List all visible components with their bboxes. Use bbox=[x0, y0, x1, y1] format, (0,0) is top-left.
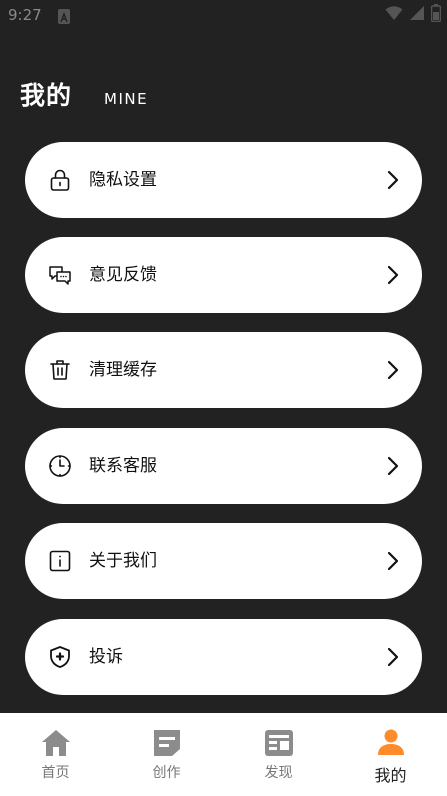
nav-tab-label: 首页 bbox=[41, 765, 70, 781]
nav-tab-create[interactable]: 创作 bbox=[111, 713, 222, 796]
menu-item-about-us[interactable]: 关于我们 bbox=[25, 523, 422, 599]
shield-plus-icon bbox=[48, 645, 72, 669]
nav-tab-label: 创作 bbox=[152, 765, 181, 781]
menu-item-feedback[interactable]: 意见反馈 bbox=[25, 237, 422, 313]
nav-tab-discover[interactable]: 发现 bbox=[223, 713, 334, 796]
chevron-right-icon bbox=[386, 550, 400, 572]
menu-item-label: 意见反馈 bbox=[89, 265, 157, 285]
chevron-right-icon bbox=[386, 646, 400, 668]
battery-icon bbox=[430, 4, 442, 26]
chevron-right-icon bbox=[386, 264, 400, 286]
menu-item-label: 投诉 bbox=[89, 647, 123, 667]
menu-item-label: 清理缓存 bbox=[89, 360, 157, 380]
lock-icon bbox=[48, 168, 72, 192]
chevron-right-icon bbox=[386, 359, 400, 381]
status-bar: 9:27 bbox=[0, 0, 447, 30]
chevron-right-icon bbox=[386, 169, 400, 191]
home-icon bbox=[40, 727, 72, 759]
trash-icon bbox=[48, 358, 72, 382]
notification-a-icon bbox=[58, 9, 70, 24]
menu-item-privacy-settings[interactable]: 隐私设置 bbox=[25, 142, 422, 218]
person-icon bbox=[375, 727, 407, 759]
profile-screen: 9:27 我的 MINE 隐私设置 意见反馈 清理缓存 联系客服 关于我们 投诉… bbox=[0, 0, 447, 796]
info-icon bbox=[48, 549, 72, 573]
status-icons bbox=[385, 4, 442, 26]
nav-tab-home[interactable]: 首页 bbox=[0, 713, 111, 796]
clock-icon bbox=[48, 454, 72, 478]
bottom-nav: 首页 创作 发现 我的 bbox=[0, 713, 447, 796]
page-title: 我的 bbox=[20, 81, 73, 110]
nav-tab-mine[interactable]: 我的 bbox=[335, 713, 446, 796]
menu-item-complaint[interactable]: 投诉 bbox=[25, 619, 422, 695]
wifi-icon bbox=[385, 5, 403, 25]
chat-bubbles-icon bbox=[48, 263, 72, 287]
menu-item-label: 隐私设置 bbox=[89, 170, 157, 190]
status-time: 9:27 bbox=[8, 6, 42, 24]
menu-item-label: 关于我们 bbox=[89, 551, 157, 571]
page-subtitle: MINE bbox=[104, 90, 149, 108]
menu-item-contact-support[interactable]: 联系客服 bbox=[25, 428, 422, 504]
nav-tab-label: 发现 bbox=[264, 765, 293, 781]
chevron-right-icon bbox=[386, 455, 400, 477]
menu-item-clear-cache[interactable]: 清理缓存 bbox=[25, 332, 422, 408]
create-icon bbox=[151, 727, 183, 759]
cell-signal-icon bbox=[409, 5, 425, 25]
menu-item-label: 联系客服 bbox=[89, 456, 157, 476]
discover-icon bbox=[263, 727, 295, 759]
nav-tab-label: 我的 bbox=[374, 766, 407, 785]
